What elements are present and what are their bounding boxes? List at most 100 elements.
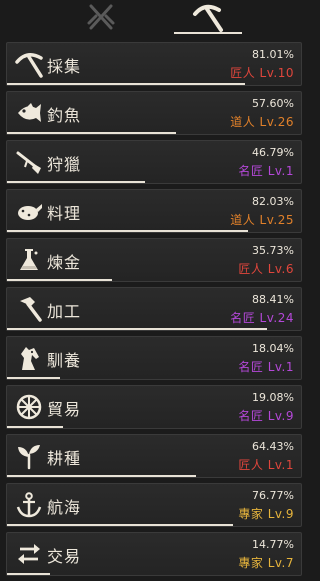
skill-rank-level: 名匠 Lv.1 <box>238 162 294 179</box>
skill-row[interactable]: 狩獵 46.79% 名匠 Lv.1 <box>6 140 302 184</box>
skill-rank: 名匠 <box>238 360 264 374</box>
skill-rank: 道人 <box>230 115 256 129</box>
skill-rank-level: 道人 Lv.25 <box>230 211 294 228</box>
skill-level: Lv.1 <box>267 360 294 374</box>
skill-progress-percent: 76.77% <box>252 489 294 502</box>
skill-row[interactable]: 航海 76.77% 專家 Lv.9 <box>6 483 302 527</box>
skill-rank-level: 專家 Lv.7 <box>238 554 294 571</box>
flask-icon <box>14 245 44 275</box>
skill-progress-fill <box>7 524 233 526</box>
skill-name: 採集 <box>47 57 82 76</box>
skill-level: Lv.1 <box>267 458 294 472</box>
skill-rank: 名匠 <box>230 311 256 325</box>
skill-progress-bar <box>7 83 301 85</box>
skill-progress-fill <box>7 83 246 85</box>
skill-progress-percent: 35.73% <box>252 244 294 257</box>
wheel-icon <box>14 392 44 422</box>
skill-rank: 匠人 <box>230 66 256 80</box>
skill-level: Lv.24 <box>259 311 294 325</box>
skill-level: Lv.6 <box>267 262 294 276</box>
skill-row[interactable]: 採集 81.01% 匠人 Lv.10 <box>6 42 302 86</box>
skill-progress-bar <box>7 328 301 330</box>
horse-icon <box>14 343 44 373</box>
sprout-icon <box>14 441 44 471</box>
pickaxe-icon <box>193 4 223 32</box>
skill-progress-fill <box>7 132 177 134</box>
crossed-swords-icon <box>87 4 115 30</box>
tab-life-skills[interactable] <box>174 0 242 34</box>
skill-rank-level: 道人 Lv.26 <box>230 113 294 130</box>
skill-name: 狩獵 <box>47 155 82 174</box>
skill-rank: 名匠 <box>238 409 264 423</box>
rifle-icon <box>14 147 44 177</box>
skill-progress-percent: 18.04% <box>252 342 294 355</box>
skill-progress-bar <box>7 524 301 526</box>
pickaxe-icon <box>14 49 44 79</box>
skill-rank-level: 名匠 Lv.1 <box>238 358 294 375</box>
skill-name: 加工 <box>47 302 82 321</box>
skill-name: 貿易 <box>47 400 82 419</box>
skill-progress-bar <box>7 475 301 477</box>
exchange-icon <box>14 539 44 569</box>
skill-name: 釣魚 <box>47 106 82 125</box>
skill-level: Lv.9 <box>267 507 294 521</box>
skill-row[interactable]: 加工 88.41% 名匠 Lv.24 <box>6 287 302 331</box>
skill-row[interactable]: 釣魚 57.60% 道人 Lv.26 <box>6 91 302 135</box>
skill-level: Lv.1 <box>267 164 294 178</box>
skill-progress-bar <box>7 573 301 575</box>
skill-row[interactable]: 料理 82.03% 道人 Lv.25 <box>6 189 302 233</box>
life-skill-list: 採集 81.01% 匠人 Lv.10 釣魚 57.60% 道人 Lv.26 狩獵 46.79%… <box>6 42 302 581</box>
skill-rank-level: 匠人 Lv.10 <box>230 64 294 81</box>
skill-progress-percent: 14.77% <box>252 538 294 551</box>
skill-rank: 匠人 <box>238 458 264 472</box>
skill-rank-level: 匠人 Lv.1 <box>238 456 294 473</box>
skill-progress-fill <box>7 328 267 330</box>
fish-icon <box>14 98 44 128</box>
tab-combat[interactable] <box>78 0 124 34</box>
skill-progress-percent: 57.60% <box>252 97 294 110</box>
skill-row[interactable]: 貿易 19.08% 名匠 Lv.9 <box>6 385 302 429</box>
active-tab-indicator <box>174 32 242 34</box>
skill-row[interactable]: 交易 14.77% 專家 Lv.7 <box>6 532 302 576</box>
skill-name: 馴養 <box>47 351 82 370</box>
skill-rank: 名匠 <box>238 164 264 178</box>
skill-rank-level: 匠人 Lv.6 <box>238 260 294 277</box>
skill-rank: 專家 <box>238 507 264 521</box>
skill-progress-percent: 81.01% <box>252 48 294 61</box>
skill-name: 料理 <box>47 204 82 223</box>
skill-row[interactable]: 耕種 64.43% 匠人 Lv.1 <box>6 434 302 478</box>
skill-row[interactable]: 煉金 35.73% 匠人 Lv.6 <box>6 238 302 282</box>
skill-name: 煉金 <box>47 253 82 272</box>
skill-rank: 匠人 <box>238 262 264 276</box>
skill-progress-fill <box>7 181 145 183</box>
skill-name: 耕種 <box>47 449 82 468</box>
cooking-icon <box>14 196 44 226</box>
skill-progress-bar <box>7 230 301 232</box>
anchor-icon <box>14 490 44 520</box>
skill-rank-level: 專家 Lv.9 <box>238 505 294 522</box>
skill-level: Lv.9 <box>267 409 294 423</box>
skill-name: 交易 <box>47 547 82 566</box>
skill-progress-percent: 46.79% <box>252 146 294 159</box>
skill-progress-bar <box>7 132 301 134</box>
skill-row[interactable]: 馴養 18.04% 名匠 Lv.1 <box>6 336 302 380</box>
skill-progress-bar <box>7 377 301 379</box>
skill-progress-fill <box>7 230 249 232</box>
skill-progress-fill <box>7 475 197 477</box>
skill-rank-level: 名匠 Lv.24 <box>230 309 294 326</box>
skill-progress-fill <box>7 426 64 428</box>
skill-rank-level: 名匠 Lv.9 <box>238 407 294 424</box>
skill-level: Lv.25 <box>259 213 294 227</box>
skill-progress-percent: 82.03% <box>252 195 294 208</box>
skill-progress-percent: 88.41% <box>252 293 294 306</box>
skill-progress-bar <box>7 426 301 428</box>
skill-progress-bar <box>7 181 301 183</box>
skill-level: Lv.10 <box>259 66 294 80</box>
skill-name: 航海 <box>47 498 82 517</box>
skill-rank: 道人 <box>230 213 256 227</box>
skill-progress-bar <box>7 279 301 281</box>
hammer-icon <box>14 294 44 324</box>
skill-progress-percent: 19.08% <box>252 391 294 404</box>
skill-progress-fill <box>7 279 113 281</box>
skill-progress-fill <box>7 377 61 379</box>
